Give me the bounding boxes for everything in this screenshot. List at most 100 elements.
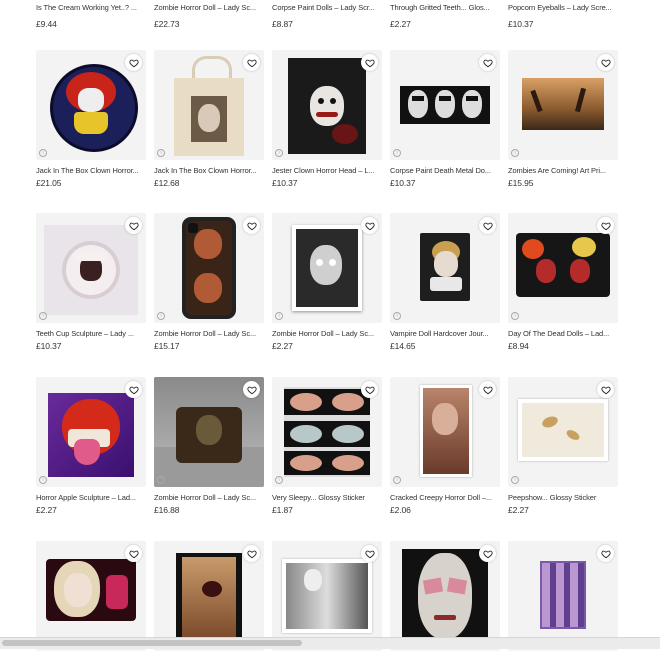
product-image[interactable]: i <box>272 541 382 651</box>
product-image[interactable]: i <box>154 50 264 160</box>
product-title[interactable]: Very Sleepy... Glossy Sticker <box>272 493 382 502</box>
product-title[interactable]: Is The Cream Working Yet..? ... <box>36 3 146 12</box>
info-icon[interactable]: i <box>511 149 519 157</box>
favorite-button[interactable] <box>125 54 142 71</box>
product-image[interactable]: i <box>272 213 382 323</box>
product-price: £16.88 <box>154 505 180 515</box>
product-image[interactable]: i <box>36 50 146 160</box>
info-icon[interactable]: i <box>39 149 47 157</box>
product-title[interactable]: Cracked Creepy Horror Doll –... <box>390 493 500 502</box>
heart-icon <box>246 549 257 559</box>
product-image[interactable]: i <box>390 377 500 487</box>
info-icon[interactable]: i <box>157 149 165 157</box>
product-price: £21.05 <box>36 178 62 188</box>
heart-icon <box>128 58 139 68</box>
product-price: £10.37 <box>36 341 62 351</box>
product-image[interactable]: i <box>36 213 146 323</box>
product-price: £15.17 <box>154 341 180 351</box>
favorite-button[interactable] <box>361 217 378 234</box>
info-icon[interactable]: i <box>39 312 47 320</box>
favorite-button[interactable] <box>361 545 378 562</box>
product-image[interactable]: i <box>508 377 618 487</box>
product-title[interactable]: Through Gritted Teeth... Glos... <box>390 3 500 12</box>
product-price: £2.27 <box>508 505 529 515</box>
product-image[interactable]: i <box>154 377 264 487</box>
favorite-button[interactable] <box>361 54 378 71</box>
product-image[interactable]: i <box>508 50 618 160</box>
product-title[interactable]: Popcorn Eyeballs – Lady Scre... <box>508 3 618 12</box>
horizontal-scrollbar[interactable] <box>0 637 660 649</box>
product-title[interactable]: Corpse Paint Dolls – Lady Scr... <box>272 3 382 12</box>
product-title[interactable]: Zombie Horror Doll – Lady Sc... <box>154 493 264 502</box>
favorite-button[interactable] <box>479 545 496 562</box>
product-image[interactable]: i <box>390 213 500 323</box>
heart-icon <box>600 385 611 395</box>
favorite-button[interactable] <box>125 545 142 562</box>
product-title[interactable]: Zombie Horror Doll – Lady Sc... <box>154 329 264 338</box>
favorite-button[interactable] <box>597 217 614 234</box>
favorite-button[interactable] <box>479 217 496 234</box>
favorite-button[interactable] <box>597 381 614 398</box>
favorite-button[interactable] <box>243 381 260 398</box>
favorite-button[interactable] <box>125 381 142 398</box>
product-image[interactable]: i <box>154 541 264 651</box>
heart-icon <box>246 221 257 231</box>
product-image[interactable]: i <box>390 50 500 160</box>
product-price: £2.06 <box>390 505 411 515</box>
info-icon[interactable]: i <box>157 312 165 320</box>
product-title[interactable]: Day Of The Dead Dolls – Lad... <box>508 329 618 338</box>
heart-icon <box>246 58 257 68</box>
product-image[interactable]: i <box>390 541 500 651</box>
favorite-button[interactable] <box>479 381 496 398</box>
product-price: £15.95 <box>508 178 534 188</box>
product-image[interactable]: i <box>272 50 382 160</box>
info-icon[interactable]: i <box>393 312 401 320</box>
product-card[interactable]: Through Gritted Teeth... Glos... £2.27 <box>390 3 500 29</box>
favorite-button[interactable] <box>597 545 614 562</box>
product-card[interactable]: Corpse Paint Dolls – Lady Scr... £8.87 <box>272 3 382 29</box>
product-image[interactable]: i <box>508 213 618 323</box>
info-icon[interactable]: i <box>275 149 283 157</box>
favorite-button[interactable] <box>243 217 260 234</box>
favorite-button[interactable] <box>243 54 260 71</box>
favorite-button[interactable] <box>125 217 142 234</box>
product-card[interactable]: Zombie Horror Doll – Lady Sc... £22.73 <box>154 3 264 29</box>
favorite-button[interactable] <box>243 545 260 562</box>
product-title[interactable]: Zombie Horror Doll – Lady Sc... <box>272 329 382 338</box>
favorite-button[interactable] <box>361 381 378 398</box>
product-price: £10.37 <box>390 178 416 188</box>
info-icon[interactable]: i <box>157 476 165 484</box>
product-title[interactable]: Corpse Paint Death Metal Do... <box>390 166 500 175</box>
info-icon[interactable]: i <box>511 312 519 320</box>
product-image[interactable]: i <box>508 541 618 651</box>
product-card[interactable]: Is The Cream Working Yet..? ... £9.44 <box>36 3 146 29</box>
product-title[interactable]: Zombie Horror Doll – Lady Sc... <box>154 3 264 12</box>
product-image[interactable]: i <box>272 377 382 487</box>
product-title[interactable]: Jack In The Box Clown Horror... <box>36 166 146 175</box>
heart-icon <box>246 385 257 395</box>
info-icon[interactable]: i <box>275 476 283 484</box>
product-title[interactable]: Vampire Doll Hardcover Jour... <box>390 329 500 338</box>
product-card[interactable]: Popcorn Eyeballs – Lady Scre... £10.37 <box>508 3 618 29</box>
info-icon[interactable]: i <box>393 476 401 484</box>
product-image[interactable]: i <box>36 377 146 487</box>
info-icon[interactable]: i <box>393 149 401 157</box>
product-title[interactable]: Peepshow... Glossy Sticker <box>508 493 618 502</box>
product-title[interactable]: Horror Apple Sculpture – Lad... <box>36 493 146 502</box>
product-price: £9.44 <box>36 19 57 29</box>
info-icon[interactable]: i <box>39 476 47 484</box>
favorite-button[interactable] <box>479 54 496 71</box>
scroll-thumb[interactable] <box>2 640 302 646</box>
product-price: £12.68 <box>154 178 180 188</box>
product-image[interactable]: i <box>154 213 264 323</box>
product-price: £1.87 <box>272 505 293 515</box>
info-icon[interactable]: i <box>511 476 519 484</box>
product-image[interactable]: i <box>36 541 146 651</box>
product-title[interactable]: Jester Clown Horror Head – L... <box>272 166 382 175</box>
favorite-button[interactable] <box>597 54 614 71</box>
product-title[interactable]: Teeth Cup Sculpture – Lady ... <box>36 329 146 338</box>
product-title[interactable]: Zombies Are Coming! Art Pri... <box>508 166 618 175</box>
product-price: £22.73 <box>154 19 180 29</box>
product-title[interactable]: Jack In The Box Clown Horror... <box>154 166 264 175</box>
info-icon[interactable]: i <box>275 312 283 320</box>
